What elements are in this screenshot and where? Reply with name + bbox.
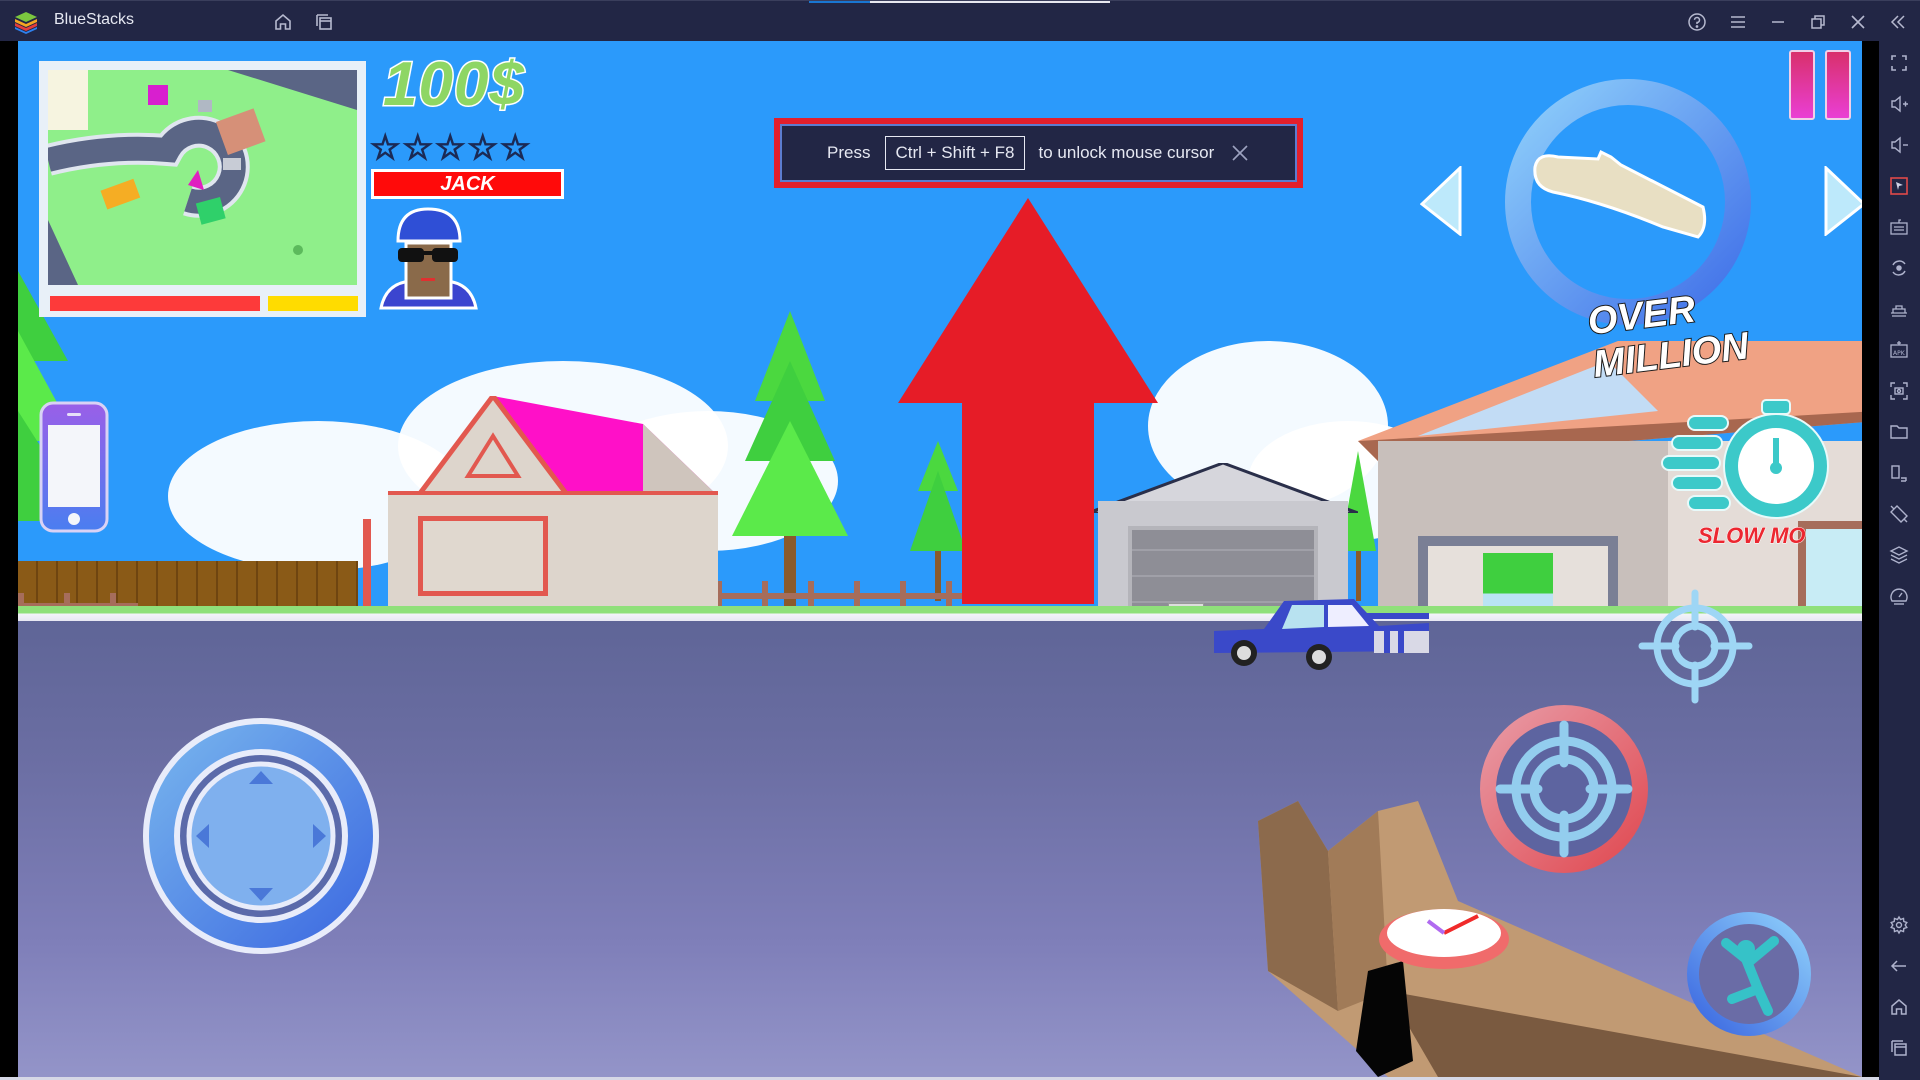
star-icon: ☆ [499,129,531,167]
house-window [1483,553,1553,611]
help-icon[interactable] [1685,10,1709,34]
rotate-icon[interactable] [1887,502,1911,526]
bluestacks-logo-icon [15,12,37,34]
movement-joystick[interactable] [141,716,381,956]
tab-indicator [809,1,870,3]
pine-tree [732,311,848,611]
screenshot-icon[interactable] [1887,379,1911,403]
mouse-lock-notice: Press Ctrl + Shift + F8 to unlock mouse … [774,118,1303,188]
armor-bar [268,296,358,311]
slow-mo-button[interactable] [1658,398,1843,533]
money-counter: 100$ [382,49,526,121]
settings-icon[interactable] [1887,913,1911,937]
character-avatar[interactable] [376,203,481,313]
notice-suffix: to unlock mouse cursor [1038,143,1215,162]
jump-button[interactable] [1686,911,1812,1037]
home-icon[interactable] [271,10,295,34]
home-icon[interactable] [1887,995,1911,1019]
annotation-arrow-up [898,198,1158,604]
notice-prefix: Press [827,143,871,162]
phone-button[interactable] [39,401,109,533]
star-icon: ☆ [467,129,499,167]
app-title: BlueStacks [54,11,135,28]
menu-icon[interactable] [1726,10,1750,34]
star-icon: ☆ [402,129,434,167]
close-icon[interactable] [1846,10,1870,34]
viewport-gap [1862,41,1879,1080]
close-icon[interactable] [1231,144,1249,162]
title-bar: BlueStacks [0,0,1920,41]
tab-indicator-secondary [870,1,1110,3]
multi-instance-sync-icon[interactable] [1887,297,1911,321]
wanted-level-stars: ☆ ☆ ☆ ☆ ☆ [369,129,531,167]
game-viewport[interactable]: 100$ ☆ ☆ ☆ ☆ ☆ JACK Press Ctrl + Shift +… [18,41,1862,1077]
pause-button[interactable] [1788,49,1852,121]
multi-instance-icon[interactable] [312,10,336,34]
collapse-sidebar-icon[interactable] [1886,10,1910,34]
parked-car [1214,599,1429,670]
bluestacks-sidebar: APK [1879,41,1920,1080]
recent-apps-icon[interactable] [1887,1036,1911,1060]
star-icon: ☆ [434,129,466,167]
volume-up-icon[interactable] [1887,92,1911,116]
volume-down-icon[interactable] [1887,133,1911,157]
keyboard-controls-icon[interactable] [1887,215,1911,239]
character-name-badge: JACK [371,169,564,199]
left-border [0,41,18,1080]
install-apk-icon[interactable]: APK [1887,338,1911,362]
minimize-icon[interactable] [1766,10,1790,34]
slow-mo-label: SLOW MO [1698,523,1807,549]
house-window [418,516,548,596]
layers-icon[interactable] [1887,543,1911,567]
house-porch-post [363,519,371,619]
next-weapon-button[interactable] [1822,166,1862,236]
resize-icon[interactable] [1887,461,1911,485]
minimap-view [48,70,357,285]
sync-icon[interactable] [1887,256,1911,280]
fire-button[interactable] [1480,705,1648,873]
mouse-lock-notice-body: Press Ctrl + Shift + F8 to unlock mouse … [780,124,1297,182]
previous-weapon-button[interactable] [1420,166,1464,236]
eco-mode-icon[interactable] [1887,584,1911,608]
aim-button[interactable] [1638,589,1753,704]
shortcut-key: Ctrl + Shift + F8 [885,136,1025,170]
minimap[interactable] [39,61,366,317]
back-icon[interactable] [1887,954,1911,978]
folder-icon[interactable] [1887,420,1911,444]
svg-text:APK: APK [1893,350,1906,357]
pointer-lock-icon[interactable] [1887,174,1911,198]
restore-icon[interactable] [1806,10,1830,34]
health-bar [50,296,260,311]
fullscreen-icon[interactable] [1887,51,1911,75]
house-roof [414,396,718,496]
star-icon: ☆ [369,129,401,167]
